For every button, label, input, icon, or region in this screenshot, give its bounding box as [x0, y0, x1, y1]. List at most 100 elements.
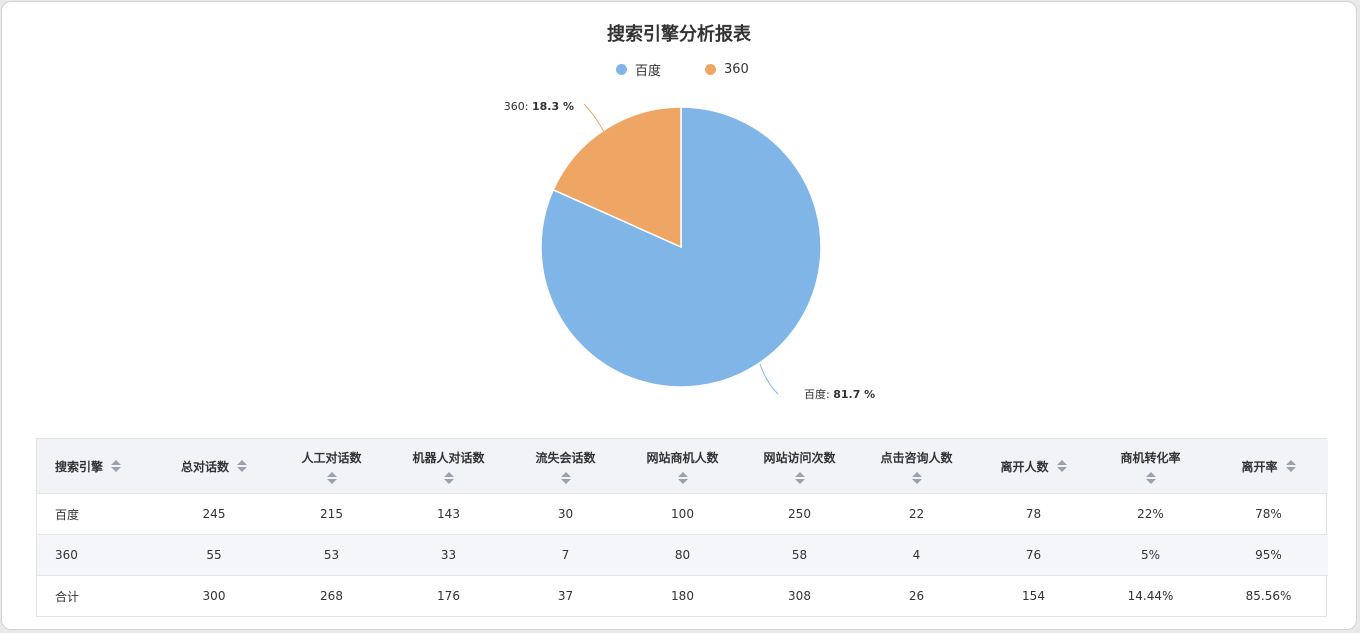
sort-desc-icon: [560, 478, 571, 484]
column-header-label: 流失会话数: [535, 450, 596, 465]
column-header-conv[interactable]: 商机转化率: [1092, 439, 1209, 494]
sort-asc-icon: [326, 471, 337, 477]
table-cell-leave-rate: 85.56%: [1245, 589, 1292, 603]
column-header-total[interactable]: 总对话数: [155, 439, 273, 494]
table-cell-manual: 268: [320, 589, 343, 603]
table-cell-clicks: 22: [858, 493, 975, 535]
sort-icon[interactable]: [677, 471, 688, 484]
table-cell-total: 245: [155, 493, 273, 535]
column-header-leave-rate[interactable]: 离开率: [1209, 439, 1328, 494]
sort-icon[interactable]: [1056, 460, 1067, 472]
table-cell-engine: 合计: [55, 589, 80, 604]
table-cell-lost: 7: [507, 534, 624, 576]
column-header-label: 离开率: [1241, 459, 1278, 474]
slice-label-baidu: 百度: 81.7 %: [804, 387, 875, 401]
table-cell-conv: 5%: [1092, 534, 1209, 576]
table-cell-leads: 80: [624, 534, 741, 576]
sort-desc-icon: [677, 478, 688, 484]
table-cell-manual: 53: [273, 534, 390, 576]
table-cell-robot: 143: [390, 493, 507, 535]
table-cell-clicks: 4: [858, 534, 975, 576]
sort-asc-icon: [1056, 460, 1067, 465]
column-header-label: 人工对话数: [301, 450, 362, 465]
column-header-wrap: 总对话数: [159, 458, 269, 475]
sort-desc-icon: [911, 478, 922, 484]
table-cell-lost: 30: [507, 493, 624, 535]
column-header-visits[interactable]: 网站访问次数: [741, 439, 858, 494]
column-header-wrap: 离开率: [1213, 458, 1324, 475]
leader-line-360: [583, 103, 605, 133]
slice-label-360: 360: 18.3 %: [504, 100, 574, 113]
sort-icon[interactable]: [794, 471, 805, 484]
table-cell-lost: 37: [557, 589, 574, 603]
table-cell-total: 55: [155, 534, 273, 576]
table-cell-engine: 360: [37, 534, 155, 576]
column-header-leads[interactable]: 网站商机人数: [624, 439, 741, 494]
sort-icon[interactable]: [560, 471, 571, 484]
report-card: 搜索引擎分析报表 百度 360 百度: 81.7 % 360: 18.3 % 搜索…: [1, 1, 1357, 630]
table-row: 360 55 53 33 7 80 58 4 76 5% 95%: [37, 534, 1328, 576]
sort-desc-icon: [1056, 467, 1067, 472]
column-header-label: 点击咨询人数: [880, 450, 953, 465]
column-header-robot[interactable]: 机器人对话数: [390, 439, 507, 494]
sort-asc-icon: [911, 471, 922, 477]
sort-asc-icon: [111, 460, 122, 465]
column-header-clicks[interactable]: 点击咨询人数: [858, 439, 975, 494]
sort-icon[interactable]: [1285, 460, 1296, 472]
column-header-manual[interactable]: 人工对话数: [273, 439, 390, 494]
column-header-wrap: 网站访问次数: [745, 449, 854, 484]
column-header-label: 商机转化率: [1120, 450, 1181, 465]
sort-asc-icon: [237, 460, 247, 465]
sort-asc-icon: [443, 471, 454, 477]
sort-icon[interactable]: [111, 460, 122, 472]
table-cell-leave-rate: 95%: [1209, 534, 1328, 576]
sort-icon[interactable]: [1145, 471, 1156, 484]
sort-asc-icon: [560, 471, 571, 477]
column-header-lost[interactable]: 流失会话数: [507, 439, 624, 494]
table-cell-leads: 100: [624, 493, 741, 535]
column-header-engine[interactable]: 搜索引擎: [37, 439, 155, 494]
column-header-wrap: 机器人对话数: [394, 449, 503, 484]
table-row: 百度 245 215 143 30 100 250 22 78 22% 78%: [37, 493, 1328, 535]
sort-desc-icon: [111, 467, 122, 472]
table-cell-robot: 33: [390, 534, 507, 576]
column-header-label: 网站访问次数: [763, 450, 836, 465]
column-header-label: 网站商机人数: [646, 450, 719, 465]
table-cell-leave: 76: [975, 534, 1092, 576]
sort-desc-icon: [1285, 467, 1296, 472]
sort-icon[interactable]: [326, 471, 337, 484]
table-cell-engine: 百度: [37, 493, 155, 535]
sort-desc-icon: [326, 478, 337, 484]
table-cell-robot: 176: [437, 589, 460, 603]
sort-icon[interactable]: [911, 471, 922, 484]
column-header-wrap: 网站商机人数: [628, 449, 737, 484]
column-header-wrap: 流失会话数: [511, 449, 620, 484]
table-row: 合计 300 268 176 37 180 308 26 154 14.44% 85.56%: [37, 576, 1328, 617]
sort-asc-icon: [677, 471, 688, 477]
table-cell-leave: 78: [975, 493, 1092, 535]
table-cell-leave-rate: 78%: [1209, 493, 1328, 535]
sort-icon[interactable]: [237, 460, 247, 472]
column-header-leave[interactable]: 离开人数: [975, 439, 1092, 494]
table-cell-visits: 250: [741, 493, 858, 535]
table-cell-total: 300: [202, 589, 226, 603]
column-header-label: 离开人数: [1000, 459, 1049, 474]
table-cell-visits: 58: [741, 534, 858, 576]
column-header-wrap: 商机转化率: [1096, 449, 1205, 484]
sort-desc-icon: [237, 467, 247, 472]
column-header-wrap: 点击咨询人数: [862, 449, 971, 484]
column-header-wrap: 人工对话数: [277, 449, 386, 484]
sort-icon[interactable]: [443, 471, 454, 484]
table-header-row: 搜索引擎 总对话数 人工对话数 机器人对话数 流失会话数 网站商机人数 网站访问次数 点击咨询…: [37, 439, 1328, 494]
sort-asc-icon: [1145, 471, 1156, 477]
table-cell-conv: 14.44%: [1127, 589, 1174, 603]
column-header-wrap: 离开人数: [979, 458, 1088, 475]
pie-chart: 百度: 81.7 % 360: 18.3 %: [504, 100, 875, 401]
table-cell-manual: 215: [273, 493, 390, 535]
sort-desc-icon: [443, 478, 454, 484]
table-cell-clicks: 26: [908, 589, 925, 603]
table-cell-conv: 22%: [1092, 493, 1209, 535]
table-cell-leave: 154: [1022, 589, 1045, 603]
table-cell-leads: 180: [671, 589, 694, 603]
sort-desc-icon: [1145, 478, 1156, 484]
